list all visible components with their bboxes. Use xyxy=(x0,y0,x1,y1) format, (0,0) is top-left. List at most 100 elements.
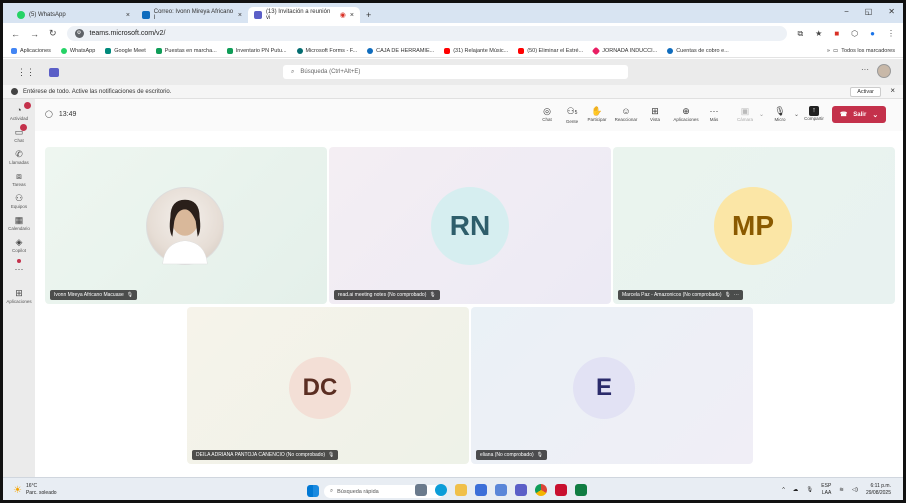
bookmark-item[interactable]: (50) Eliminar el Estré... xyxy=(518,47,583,54)
browser-tab-teams[interactable]: (13) Invitación a reunión vi ◉ × xyxy=(248,7,360,23)
tray-overflow-icon[interactable]: ^ xyxy=(782,487,785,493)
people-button[interactable]: ⚇5 Gente xyxy=(560,105,584,124)
volume-icon[interactable]: ◁) xyxy=(852,487,858,493)
taskbar-search-placeholder: Búsqueda rápida xyxy=(337,488,379,495)
view-button[interactable]: ⊞ Vista xyxy=(643,105,667,122)
task-view-icon[interactable] xyxy=(415,484,427,496)
app-launcher-icon[interactable]: ⋮⋮ xyxy=(17,67,35,78)
bookmark-item[interactable]: Google Meet xyxy=(105,47,146,54)
bookmark-item[interactable]: Cuentas de cobro e... xyxy=(667,47,729,54)
bookmark-label: Cuentas de cobro e... xyxy=(676,47,729,54)
participant-name: Marcela Paz - Amazonicos (No comprobado) xyxy=(622,292,722,298)
browser-menu-icon[interactable]: ⋮ xyxy=(887,29,895,39)
participant-avatar: DC xyxy=(289,357,351,419)
rail-item-llamadas[interactable]: ✆ Llamadas xyxy=(9,149,29,165)
mcafee-icon[interactable] xyxy=(555,484,567,496)
control-label: Cámara xyxy=(736,117,753,122)
clock[interactable]: 6:11 p.m. 29/08/2025 xyxy=(866,483,891,497)
participant-tile[interactable]: DC DEILA ADRIANA PANTOJA CANENCIO (No co… xyxy=(187,307,469,464)
user-avatar[interactable] xyxy=(877,64,891,78)
mic-button[interactable]: 🎙 Micro xyxy=(768,105,792,122)
browser-tab-outlook[interactable]: Correo: Ivonn Mireya Africano I × xyxy=(136,7,248,23)
mic-options-chevron-icon[interactable]: ⌄ xyxy=(794,111,799,118)
file-explorer-icon[interactable] xyxy=(455,484,467,496)
back-icon[interactable]: ← xyxy=(11,29,20,39)
all-bookmarks[interactable]: » ▭ Todos los marcadores xyxy=(827,48,895,54)
bookmark-item[interactable]: WhatsApp xyxy=(60,47,95,54)
bookmark-item[interactable]: JORNADA INDUCCI... xyxy=(591,46,657,55)
bookmark-item[interactable]: Microsoft Forms - F... xyxy=(296,47,357,54)
participant-name: Ivonn Mireya Africano Macuase xyxy=(54,292,124,298)
more-options-icon[interactable]: ··· xyxy=(734,292,739,298)
wifi-icon[interactable]: ≋ xyxy=(839,487,844,493)
camera-button[interactable]: ▣ Cámara xyxy=(733,105,757,122)
shield-icon: ◯ xyxy=(45,111,53,118)
rail-item-copilot[interactable]: ◈ Copilot xyxy=(12,237,26,253)
reload-icon[interactable]: ↻ xyxy=(49,28,57,39)
bookmark-label: Puestas en marcha... xyxy=(164,47,217,54)
participant-tile[interactable]: MP Marcela Paz - Amazonicos (No comproba… xyxy=(613,147,895,304)
rail-item-chat[interactable]: ▭ Chat xyxy=(14,124,27,143)
rail-item-actividad[interactable]: ◔ Actividad xyxy=(10,102,32,121)
tab-label: (5) WhatsApp xyxy=(29,12,66,18)
close-tab-icon[interactable]: × xyxy=(238,12,242,19)
excel-icon[interactable] xyxy=(575,484,587,496)
rail-item-calendario[interactable]: ▦ Calendario xyxy=(8,215,30,231)
windows-start-icon[interactable] xyxy=(307,485,319,497)
apps-button[interactable]: ⊕ Aplicaciones xyxy=(671,105,701,122)
react-button[interactable]: ☺ Reaccionar xyxy=(614,105,638,122)
onedrive-tray-icon[interactable]: ☁ xyxy=(793,487,799,493)
activate-notifications-button[interactable]: Activar xyxy=(850,87,881,97)
rail-item-tareas[interactable]: ⧈ Tareas xyxy=(12,171,26,187)
close-tab-icon[interactable]: × xyxy=(126,12,130,19)
forward-icon[interactable]: → xyxy=(30,29,39,39)
restore-icon[interactable]: ◱ xyxy=(865,7,873,16)
rail-label: Chat xyxy=(14,138,24,143)
browser-tab-whatsapp[interactable]: (5) WhatsApp × xyxy=(11,7,136,23)
more-button[interactable]: ··· Más xyxy=(702,105,726,122)
participant-tile[interactable]: E eliana (No comprobado) 🎙 xyxy=(471,307,753,464)
participant-tile[interactable]: Ivonn Mireya Africano Macuase 🎙 xyxy=(45,147,327,304)
chat-button[interactable]: ◎ Chat xyxy=(535,105,559,122)
participant-tile[interactable]: RN read.ai meeting notes (No comprobado)… xyxy=(329,147,611,304)
browser-tab-bar: (5) WhatsApp × Correo: Ivonn Mireya Afri… xyxy=(3,3,903,23)
rail-item-more[interactable]: ··· xyxy=(15,259,24,274)
mic-tray-icon[interactable]: 🎙 xyxy=(806,487,813,493)
share-button[interactable]: ↑ Compartir xyxy=(802,105,826,121)
store-icon[interactable] xyxy=(475,484,487,496)
bookmark-item[interactable]: Aplicaciones xyxy=(11,47,51,54)
pdf-extension-icon[interactable]: ■ xyxy=(834,29,839,39)
new-tab-button[interactable]: + xyxy=(360,7,377,23)
control-label: Reaccionar xyxy=(614,117,638,122)
settings-icon[interactable] xyxy=(495,484,507,496)
bookmark-item[interactable]: Inventario PN Putu... xyxy=(226,47,287,54)
rail-item-equipos[interactable]: ⚇ Equipos xyxy=(11,193,27,209)
minimize-icon[interactable]: − xyxy=(844,7,849,16)
bookmark-item[interactable]: CAJA DE HERRAMIE... xyxy=(367,47,434,54)
whatsapp-icon xyxy=(17,11,25,19)
weather-widget[interactable]: ☀ 16°C Parc. soleado xyxy=(13,483,57,497)
chrome-icon[interactable] xyxy=(535,484,547,496)
teams-search-input[interactable]: ⌕ Búsqueda (Ctrl+Alt+E) xyxy=(283,65,628,79)
bookmark-item[interactable]: Puestas en marcha... xyxy=(155,47,217,54)
info-icon xyxy=(11,88,18,95)
camera-options-chevron-icon[interactable]: ⌄ xyxy=(759,111,764,118)
bookmark-star-icon[interactable]: ★ xyxy=(815,29,822,39)
language-indicator[interactable]: ESP LAA xyxy=(821,483,831,497)
leave-button[interactable]: ☎ Salir ⌄ xyxy=(832,106,886,123)
teams-app-icon[interactable] xyxy=(515,484,527,496)
settings-more-icon[interactable]: ··· xyxy=(861,65,869,74)
site-info-icon[interactable]: ⚙ xyxy=(74,29,84,38)
close-icon[interactable]: × xyxy=(890,86,895,95)
edge-icon[interactable] xyxy=(435,484,447,496)
avatar-initials: RN xyxy=(449,210,491,241)
url-input[interactable]: ⚙ teams.microsoft.com/v2/ xyxy=(66,26,788,41)
raise-hand-button[interactable]: ✋ Participar xyxy=(585,105,609,122)
close-window-icon[interactable]: ✕ xyxy=(888,7,895,16)
rail-item-aplicaciones[interactable]: ⊞ Aplicaciones xyxy=(6,288,31,304)
extensions-icon[interactable]: ⬡ xyxy=(851,29,858,39)
close-tab-icon[interactable]: × xyxy=(350,12,354,19)
bookmark-item[interactable]: (31) Relajante Músic... xyxy=(444,47,508,54)
profile-icon[interactable]: ● xyxy=(870,29,875,39)
cast-icon[interactable]: ⧉ xyxy=(797,29,803,39)
